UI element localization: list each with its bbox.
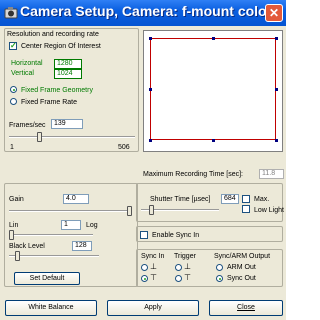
roi-frame[interactable] (150, 38, 276, 140)
black-level-label: Black Level (9, 243, 45, 250)
black-level-slider-thumb[interactable] (15, 251, 20, 261)
camera-icon (4, 7, 18, 19)
frames-slider-track (9, 136, 135, 138)
gain-slider[interactable] (9, 206, 132, 216)
enable-sync-label: Enable Sync In (152, 232, 200, 239)
camera-setup-window: Camera Setup, Camera: f-mount color ✕ Re… (0, 0, 286, 320)
horizontal-label: Horizontal (11, 60, 43, 67)
apply-button[interactable]: Apply (107, 300, 199, 316)
gain-label: Gain (9, 196, 24, 203)
roi-preview[interactable] (143, 30, 283, 152)
gain-slider-thumb[interactable] (127, 206, 132, 216)
shutter-field[interactable]: 684 (221, 194, 239, 204)
fixed-frame-geometry-label: Fixed Frame Geometry (21, 87, 93, 94)
arm-out-radio[interactable] (216, 264, 223, 271)
center-roi-label: Center Region Of Interest (21, 43, 101, 50)
trigger-label: Trigger (174, 253, 196, 260)
close-icon[interactable]: ✕ (265, 4, 283, 22)
roi-handle-bl[interactable] (149, 139, 152, 142)
resolution-group-label: Resolution and recording rate (7, 31, 99, 38)
lin-log-slider[interactable] (9, 230, 93, 240)
frames-max-label: 506 (118, 144, 130, 151)
black-level-slider-track (9, 255, 99, 257)
trigger-falling-edge-icon: ⊤ (184, 273, 191, 282)
shutter-label: Shutter Time [µsec] (150, 196, 211, 203)
fixed-frame-rate-label: Fixed Frame Rate (21, 99, 78, 106)
frames-field[interactable]: 139 (51, 119, 83, 129)
lin-log-slider-thumb[interactable] (9, 230, 14, 240)
lin-log-slider-track (9, 234, 93, 236)
rising-edge-icon: ⊥ (150, 262, 157, 271)
sync-in-falling-radio[interactable] (141, 275, 148, 282)
trigger-rising-radio[interactable] (175, 264, 182, 271)
trigger-falling-radio[interactable] (175, 275, 182, 282)
max-recording-time-label: Maximum Recording Time [sec]: (143, 171, 243, 178)
log-label: Log (86, 222, 98, 229)
lin-field[interactable]: 1 (61, 220, 81, 230)
sync-output-label: Sync/ARM Output (214, 253, 271, 260)
low-light-checkbox[interactable] (242, 205, 250, 213)
arm-out-label: ARM Out (227, 264, 256, 271)
roi-handle-br[interactable] (275, 139, 278, 142)
frames-slider-thumb[interactable] (37, 132, 42, 142)
black-level-slider[interactable] (9, 251, 99, 261)
sync-out-radio[interactable] (216, 275, 223, 282)
frames-slider[interactable] (9, 132, 135, 142)
center-roi-checkbox[interactable] (9, 41, 17, 50)
roi-handle-tl[interactable] (149, 37, 152, 40)
window-title: Camera Setup, Camera: f-mount color (20, 3, 273, 19)
max-label: Max. (254, 196, 270, 203)
max-checkbox[interactable] (242, 195, 250, 203)
gain-slider-track (9, 210, 132, 212)
frames-label: Frames/sec (9, 122, 46, 129)
sync-in-rising-radio[interactable] (141, 264, 148, 271)
vertical-field[interactable]: 1024 (54, 69, 82, 79)
roi-handle-tr[interactable] (275, 37, 278, 40)
sync-in-label: Sync In (141, 253, 165, 260)
max-recording-time-field: 11.8 (259, 169, 284, 179)
black-level-field[interactable]: 128 (72, 241, 92, 251)
fixed-frame-rate-radio[interactable] (10, 98, 17, 105)
low-light-label: Low Light (254, 207, 284, 214)
lin-label: Lin (9, 222, 19, 229)
fixed-frame-geometry-radio[interactable] (10, 86, 17, 93)
trigger-rising-edge-icon: ⊥ (184, 262, 191, 271)
shutter-slider[interactable] (141, 205, 219, 215)
falling-edge-icon: ⊤ (150, 273, 157, 282)
enable-sync-checkbox[interactable] (140, 231, 148, 239)
close-button[interactable]: Close (209, 300, 283, 316)
shutter-slider-thumb[interactable] (149, 205, 154, 215)
set-default-button[interactable]: Set Default (14, 272, 80, 285)
roi-handle-mr[interactable] (275, 88, 278, 91)
roi-handle-bm[interactable] (212, 139, 215, 142)
horizontal-field[interactable]: 1280 (54, 59, 82, 69)
vertical-label: Vertical (11, 70, 34, 77)
title-bar[interactable]: Camera Setup, Camera: f-mount color ✕ (0, 0, 286, 26)
white-balance-button[interactable]: White Balance (5, 300, 97, 316)
frames-min-label: 1 (10, 144, 14, 151)
roi-handle-tm[interactable] (212, 37, 215, 40)
sync-out-label: Sync Out (227, 275, 256, 282)
roi-handle-ml[interactable] (149, 88, 152, 91)
gain-field[interactable]: 4.0 (63, 194, 89, 204)
